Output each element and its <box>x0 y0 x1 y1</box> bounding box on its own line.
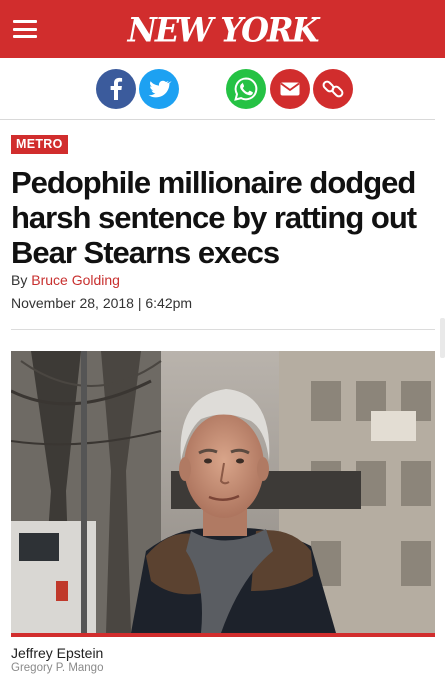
byline-divider <box>11 329 435 330</box>
site-logo[interactable]: NEW YORK POST <box>105 9 340 92</box>
link-icon <box>322 80 344 98</box>
whatsapp-icon <box>234 77 258 101</box>
facebook-share-button[interactable] <box>96 69 136 109</box>
hamburger-menu-icon[interactable] <box>13 20 37 38</box>
twitter-share-button[interactable] <box>139 69 179 109</box>
byline-prefix: By <box>11 272 32 288</box>
twitter-icon <box>148 80 172 98</box>
share-divider <box>0 119 435 120</box>
link-share-button[interactable] <box>313 69 353 109</box>
facebook-icon <box>110 77 123 100</box>
article-photo[interactable] <box>11 351 435 633</box>
photo-accent-bar <box>11 633 435 637</box>
section-tag[interactable]: METRO <box>11 135 68 154</box>
photo-credit: Gregory P. Mango <box>11 662 104 674</box>
byline: By Bruce Golding <box>11 272 120 288</box>
whatsapp-share-button[interactable] <box>226 69 266 109</box>
site-header: NEW YORK POST <box>0 0 445 92</box>
scrollbar[interactable] <box>440 318 445 358</box>
photo-caption: Jeffrey Epstein <box>11 645 104 661</box>
article-headline: Pedophile millionaire dodged harsh sente… <box>11 165 417 270</box>
author-link[interactable]: Bruce Golding <box>31 272 120 288</box>
email-icon <box>280 82 300 96</box>
email-share-button[interactable] <box>270 69 310 109</box>
publish-date: November 28, 2018 | 6:42pm <box>11 295 193 311</box>
